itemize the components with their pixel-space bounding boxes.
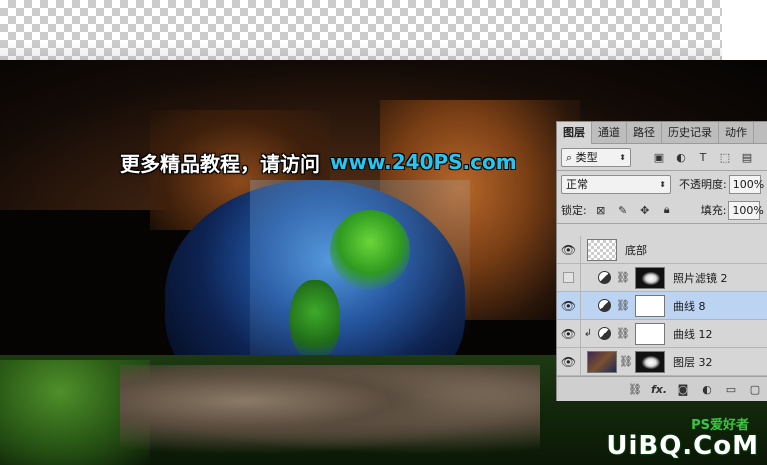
boulders (120, 365, 540, 455)
visibility-eye-icon[interactable]: 👁︎ (557, 319, 581, 348)
clipping-arrow-icon: ↲ (583, 328, 593, 339)
layers-list: 👁︎ 底部 ⛓ 照片滤镜 2 👁︎ ⛓ 曲线 8 👁︎ ↲ ⛓ 曲线 12 👁︎… (557, 235, 767, 376)
link-chain-icon: ⛓ (616, 299, 630, 312)
fill-label: 填充: (700, 204, 727, 217)
visibility-eye-icon[interactable]: 👁︎ (557, 235, 581, 264)
blend-mode-value: 正常 (566, 178, 588, 191)
chevron-updown-icon: ⬍ (619, 152, 626, 162)
headline-url: www.240PS.com (330, 150, 517, 174)
layer-name: 底部 (625, 243, 647, 257)
adjustment-layer-icon (598, 271, 611, 284)
type-filter-icon[interactable]: T (695, 149, 711, 165)
blend-row: 正常 ⬍ 不透明度: 100% (557, 171, 767, 197)
filter-row: ⌕ 类型 ⬍ ▣ ◐ T ⬚ ▤ (557, 144, 767, 170)
layer-mask-thumbnail[interactable] (634, 266, 665, 289)
small-tree (290, 280, 340, 360)
logo-text: UiBQ.CoM (606, 431, 759, 461)
layers-panel: 图层 通道 路径 历史记录 动作 ⌕ 类型 ⬍ ▣ ◐ T ⬚ ▤ 正常 ⬍ 不… (556, 121, 767, 401)
panel-footer: ⛓ fx. ◙ ◐ ▭ ▢ (557, 376, 767, 401)
filter-kind-label: 类型 (575, 151, 598, 164)
new-group-icon[interactable]: ▭ (722, 381, 740, 399)
chevron-updown-icon: ⬍ (659, 179, 666, 189)
adjustment-layer-icon[interactable]: ◐ (698, 381, 716, 399)
layer-mask-thumbnail[interactable] (634, 350, 665, 373)
tab-paths[interactable]: 路径 (627, 122, 662, 144)
divider (557, 223, 767, 224)
layer-thumbnail (587, 350, 617, 373)
layer-mask-thumbnail[interactable] (634, 294, 665, 317)
visibility-eye-icon[interactable]: 👁︎ (557, 291, 581, 320)
tab-actions[interactable]: 动作 (719, 122, 754, 144)
visibility-eye-icon[interactable]: 👁︎ (557, 347, 581, 376)
fx-icon[interactable]: fx. (650, 381, 668, 399)
layer-row-selected[interactable]: 👁︎ ⛓ 曲线 8 (557, 291, 767, 320)
watermark-headline: 更多精品教程，请访问 www.240PS.com (120, 147, 517, 177)
layer-name: 照片滤镜 2 (672, 271, 728, 285)
empty-visibility-box (563, 272, 574, 283)
layer-row[interactable]: 👁︎ 底部 (557, 235, 767, 264)
site-logo: PS爱好者 UiBQ.CoM (606, 418, 759, 461)
new-layer-icon[interactable]: ▢ (746, 381, 764, 399)
transparency-shading (0, 0, 722, 60)
tab-channels[interactable]: 通道 (592, 122, 627, 144)
fill-input[interactable]: 100% (728, 200, 764, 220)
panel-tabs: 图层 通道 路径 历史记录 动作 (557, 122, 767, 144)
tab-layers[interactable]: 图层 (557, 122, 592, 144)
layer-row[interactable]: ⛓ 照片滤镜 2 (557, 263, 767, 292)
link-chain-icon: ⛓ (616, 271, 630, 284)
visibility-toggle-off[interactable] (557, 263, 581, 292)
opacity-input[interactable]: 100% (728, 174, 764, 194)
shape-filter-icon[interactable]: ⬚ (717, 149, 733, 165)
smart-object-filter-icon[interactable]: ▤ (739, 149, 755, 165)
lock-label: 锁定: (561, 204, 587, 217)
adjustment-filter-icon[interactable]: ◐ (673, 149, 689, 165)
blend-mode-select[interactable]: 正常 ⬍ (561, 174, 671, 194)
link-chain-icon: ⛓ (619, 355, 633, 368)
image-filter-icon[interactable]: ▣ (651, 149, 667, 165)
layer-thumbnail (587, 238, 617, 261)
layer-name: 曲线 8 (672, 299, 706, 313)
opacity-label: 不透明度: (679, 178, 727, 191)
layer-row[interactable]: 👁︎ ↲ ⛓ 曲线 12 (557, 319, 767, 348)
tab-history[interactable]: 历史记录 (662, 122, 719, 144)
lock-all-icon[interactable]: 🔒︎ (659, 202, 675, 218)
link-layers-icon[interactable]: ⛓ (626, 381, 644, 399)
lock-transparent-icon[interactable]: ⊠ (593, 202, 609, 218)
layer-row[interactable]: 👁︎ ⛓ 图层 32 (557, 347, 767, 376)
lock-position-icon[interactable]: ✥ (637, 202, 653, 218)
link-chain-icon: ⛓ (616, 327, 630, 340)
search-icon: ⌕ (566, 151, 573, 164)
layer-name: 图层 32 (672, 355, 713, 369)
lock-pixels-icon[interactable]: ✎ (615, 202, 631, 218)
curves-adjustment-icon (598, 299, 611, 312)
tree-canopy (330, 210, 410, 290)
curves-adjustment-icon (598, 327, 611, 340)
filter-kind-select[interactable]: ⌕ 类型 ⬍ (561, 147, 631, 167)
lock-row: 锁定: ⊠ ✎ ✥ 🔒︎ 填充: 100% (557, 197, 767, 223)
headline-text: 更多精品教程，请访问 (120, 151, 320, 176)
layer-name: 曲线 12 (672, 327, 713, 341)
logo-subtitle: PS爱好者 (691, 418, 749, 433)
add-mask-icon[interactable]: ◙ (674, 381, 692, 399)
layer-mask-thumbnail[interactable] (634, 322, 665, 345)
